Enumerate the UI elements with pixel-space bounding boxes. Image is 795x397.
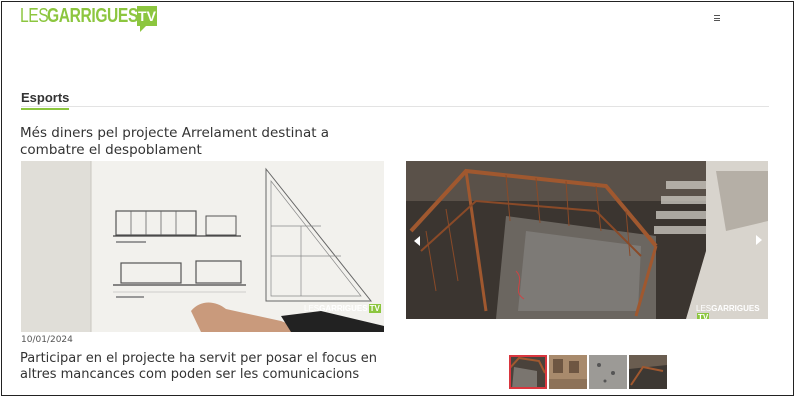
thumbnail-staircase	[509, 355, 547, 389]
watermark-tv: TV	[368, 304, 381, 313]
article-date: 10/01/2024	[21, 335, 73, 345]
logo-tv-badge: TV	[137, 6, 157, 26]
logo-les-text: LES	[20, 5, 49, 27]
main-article-image[interactable]: LESGARRIGUES TV	[21, 161, 384, 332]
page-frame: LES GARRIGUES TV Esports Més diners pel …	[1, 1, 794, 396]
chevron-right-icon[interactable]	[756, 235, 762, 245]
gallery-thumbnail[interactable]	[509, 355, 547, 389]
watermark-text: LES	[304, 304, 320, 313]
hamburger-line	[714, 15, 720, 16]
section-tab-esports[interactable]: Esports	[21, 90, 70, 110]
secondary-article-title[interactable]: Participar en el projecte ha servit per …	[20, 351, 390, 383]
hamburger-line	[714, 17, 720, 19]
hamburger-icon[interactable]	[711, 13, 723, 23]
gallery-main-image[interactable]: LESGARRIGUESTV	[406, 161, 768, 319]
watermark-tv: TV	[697, 313, 710, 319]
site-logo[interactable]: LES GARRIGUES TV	[20, 4, 157, 34]
watermark-text-bold: GARRIGUES	[711, 304, 760, 313]
section-divider	[21, 106, 769, 107]
logo-watermark: LESGARRIGUESTV	[304, 304, 381, 313]
gallery-thumbnail[interactable]	[589, 355, 627, 389]
thumbnail-building	[549, 355, 587, 389]
staircase-illustration	[406, 161, 768, 319]
hamburger-line	[714, 20, 720, 21]
thumbnail-wall	[589, 355, 627, 389]
main-article-title[interactable]: Més diners pel projecte Arrelament desti…	[20, 125, 390, 159]
watermark-text-bold: GARRIGUES	[319, 304, 368, 313]
gallery-thumbnail[interactable]	[629, 355, 667, 389]
watermark-text: LES	[696, 304, 712, 313]
thumbnail-interior	[629, 355, 667, 389]
gallery-thumbnails	[509, 355, 667, 389]
logo-garrigues-text: GARRIGUES	[47, 5, 138, 27]
logo-watermark: LESGARRIGUESTV	[696, 304, 768, 319]
gallery-thumbnail[interactable]	[549, 355, 587, 389]
logo-tv-tail	[140, 25, 147, 32]
chevron-left-icon[interactable]	[414, 236, 420, 246]
